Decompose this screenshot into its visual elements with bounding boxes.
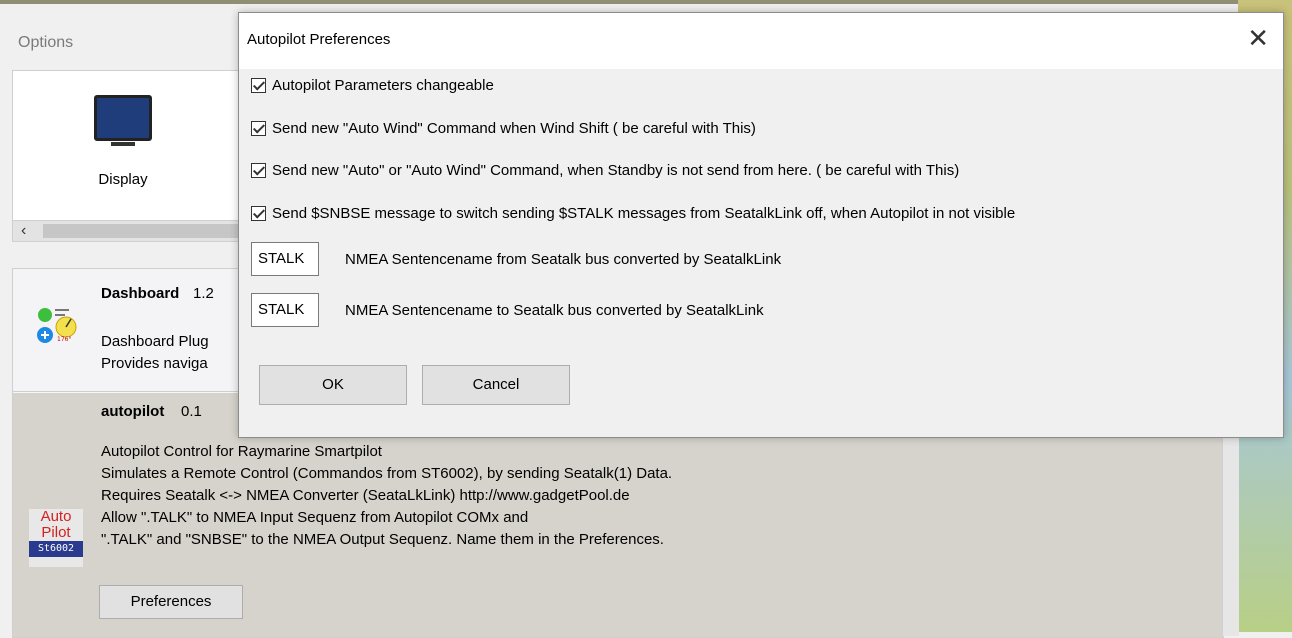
checkbox[interactable]	[251, 205, 266, 221]
checkbox-label: Send $SNBSE message to switch sending $S…	[272, 204, 1016, 222]
plugin-name: Dashboard	[101, 285, 180, 302]
plugin-version: 0.1	[181, 403, 202, 420]
dialog-title-bar: Autopilot Preferences ✕	[239, 13, 1283, 69]
dialog-title: Autopilot Preferences	[247, 31, 391, 48]
close-icon[interactable]: ✕	[1247, 25, 1269, 51]
options-title: Options	[18, 34, 74, 51]
tab-display[interactable]: Display	[73, 89, 173, 188]
tab-display-label: Display	[98, 171, 148, 188]
checkbox-label: Send new "Auto Wind" Command when Wind S…	[272, 119, 756, 137]
plugin-version: 1.2	[193, 285, 214, 302]
dashboard-plugin-icon: 176°	[37, 308, 77, 343]
checkbox[interactable]	[251, 77, 266, 93]
plugin-description-line: Provides naviga	[101, 355, 208, 372]
plugin-name: autopilot	[101, 403, 165, 420]
checkbox[interactable]	[251, 162, 266, 178]
scroll-left-icon[interactable]: ‹	[21, 222, 26, 240]
ok-button[interactable]: OK	[259, 365, 407, 405]
checkbox-row-auto-standby[interactable]: Send new "Auto" or "Auto Wind" Command, …	[251, 159, 959, 181]
checkbox-label: Send new "Auto" or "Auto Wind" Command, …	[272, 161, 960, 179]
icon-text: St6002	[29, 541, 83, 557]
field-row-sentence-to: STALK NMEA Sentencename to Seatalk bus c…	[251, 293, 764, 327]
checkbox-row-snbse[interactable]: Send $SNBSE message to switch sending $S…	[251, 202, 1015, 224]
sentence-to-input[interactable]: STALK	[251, 293, 319, 327]
description-line: Allow ".TALK" to NMEA Input Sequenz from…	[101, 509, 529, 526]
checkbox[interactable]	[251, 120, 266, 136]
sentence-from-input[interactable]: STALK	[251, 242, 319, 276]
cancel-button[interactable]: Cancel	[422, 365, 570, 405]
autopilot-preferences-dialog: Autopilot Preferences ✕ Autopilot Parame…	[238, 12, 1284, 438]
checkbox-row-parameters-changeable[interactable]: Autopilot Parameters changeable	[251, 74, 494, 96]
preferences-button[interactable]: Preferences	[99, 585, 243, 619]
description-line: ".TALK" and "SNBSE" to the NMEA Output S…	[101, 531, 664, 548]
dashboard-icon-value: 176°	[57, 336, 71, 343]
plugin-description: Autopilot Control for Raymarine Smartpil…	[101, 441, 672, 551]
plugin-description-line: Dashboard Plug	[101, 333, 209, 350]
field-label: NMEA Sentencename from Seatalk bus conve…	[345, 250, 782, 268]
description-line: Simulates a Remote Control (Commandos fr…	[101, 465, 673, 482]
autopilot-plugin-icon: Auto Pilot St6002	[29, 509, 83, 567]
checkbox-label: Autopilot Parameters changeable	[272, 76, 494, 94]
field-label: NMEA Sentencename to Seatalk bus convert…	[345, 301, 764, 319]
checkbox-row-auto-wind-shift[interactable]: Send new "Auto Wind" Command when Wind S…	[251, 117, 756, 139]
icon-text: Pilot	[41, 524, 71, 541]
icon-text: Auto	[40, 508, 72, 525]
description-line: Requires Seatalk <-> NMEA Converter (Sea…	[101, 487, 630, 504]
description-line: Autopilot Control for Raymarine Smartpil…	[101, 443, 382, 460]
monitor-icon	[94, 95, 152, 146]
field-row-sentence-from: STALK NMEA Sentencename from Seatalk bus…	[251, 242, 781, 276]
